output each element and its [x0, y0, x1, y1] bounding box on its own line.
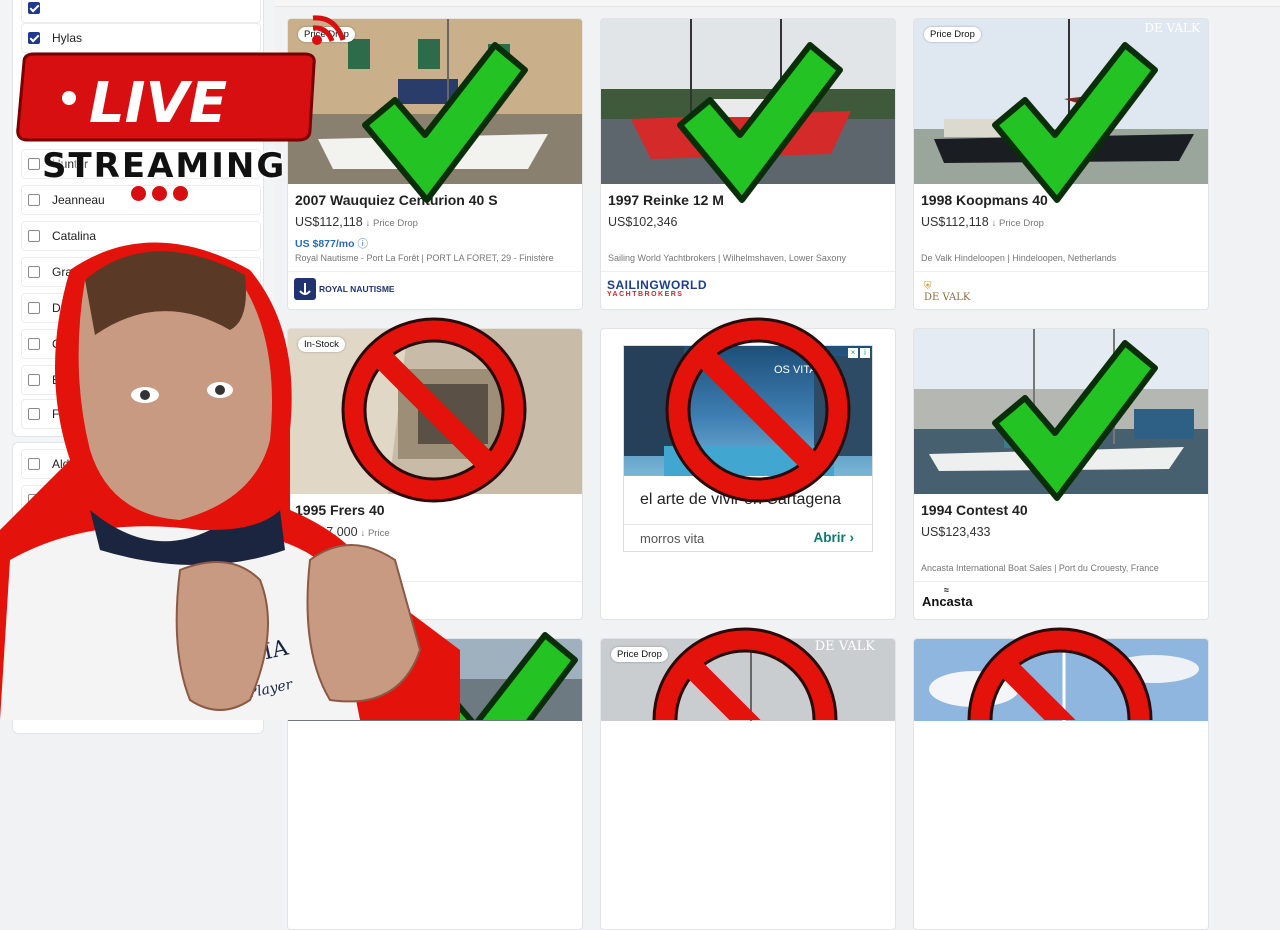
filter-option-grand[interactable]: Grand	[21, 257, 261, 287]
filter-option-fre[interactable]: Fre	[21, 399, 261, 429]
listing-photo[interactable]	[914, 329, 1208, 494]
listing-card[interactable]: Price Drop DE VALK	[600, 638, 896, 930]
seller-location: Royal Nautisme - Port La Forêt | PORT LA…	[295, 253, 554, 263]
ad-open-button[interactable]: Abrir ›	[813, 530, 854, 545]
advertisement[interactable]: OS VITA i × el arte de vivir en Cartagen…	[623, 345, 873, 552]
checkbox[interactable]	[28, 408, 40, 420]
divider	[601, 271, 895, 272]
in-stock-badge: In-Stock	[298, 337, 345, 352]
listing-title[interactable]: 1995 Frers 40	[295, 502, 385, 518]
listing-price: US$112,118 ↓ Price Drop	[921, 215, 1044, 229]
chevron-right-icon: ›	[849, 530, 855, 545]
streaming-label: STREAMING	[42, 146, 287, 186]
checkbox[interactable]	[28, 158, 40, 170]
listing-title[interactable]: 1994 Contest 40	[921, 502, 1028, 518]
seller-logo[interactable]: ≈ Ancasta	[922, 585, 973, 610]
listing-card[interactable]: 1997 Reinke 12 M US$102,346 Sailing Worl…	[600, 18, 896, 310]
ad-choices-icon[interactable]: i	[860, 348, 870, 358]
price-drop-badge: Price Drop	[298, 27, 355, 42]
listing-card[interactable]: Price Drop 2007 Wauquiez Centurion 40 S …	[287, 18, 583, 310]
monthly-payment[interactable]: US $877/mo ⓘ	[295, 236, 368, 251]
checkbox[interactable]	[28, 32, 40, 44]
listing-title[interactable]: 1998 Koopmans 40	[921, 192, 1048, 208]
anchor-icon	[294, 278, 316, 300]
checkbox[interactable]	[28, 2, 40, 14]
listing-card[interactable]: 1994 Contest 40 US$123,433 Ancasta Inter…	[913, 328, 1209, 620]
ad-footer: morros vita Abrir ›	[624, 524, 872, 552]
listing-photo[interactable]	[288, 639, 582, 804]
live-label: LIVE	[89, 71, 227, 136]
filter-option-du[interactable]: Du	[21, 293, 261, 323]
filter-option-ca[interactable]: Ca	[21, 329, 261, 359]
divider	[914, 581, 1208, 582]
close-icon[interactable]: ×	[848, 348, 858, 358]
listing-photo[interactable]: Price Drop	[288, 19, 582, 184]
listing-price: US$112,118 ↓ Price Drop	[295, 215, 418, 229]
price-drop-badge: Price Drop	[611, 647, 668, 662]
divider	[288, 271, 582, 272]
checkbox[interactable]	[28, 266, 40, 278]
listing-card[interactable]	[287, 638, 583, 930]
make-filter-group-2: Alden Alfa	[12, 442, 264, 734]
checkbox[interactable]	[28, 338, 40, 350]
watermark: DE VALK	[1144, 21, 1200, 35]
listing-price: US$102,346	[608, 215, 678, 229]
seller-location: Sailing World Yachtbrokers | Wilhelmshav…	[608, 253, 846, 263]
filter-option-alfa[interactable]: Alfa	[21, 485, 261, 515]
ad-headline[interactable]: el arte de vivir en Cartagena	[640, 491, 841, 509]
checkbox[interactable]	[28, 230, 40, 242]
ad-brand: morros vita	[640, 531, 705, 546]
checkbox[interactable]	[28, 494, 40, 506]
checkbox[interactable]	[28, 374, 40, 386]
checkbox[interactable]	[28, 458, 40, 470]
live-badge: LIVE	[16, 52, 316, 142]
filter-option-hylas[interactable]: Hylas	[21, 23, 261, 53]
listing-card[interactable]: Price Drop DE VALK 1998 Koopmans 40 US$1…	[913, 18, 1209, 310]
seller-location: Ancasta International Boat Sales | Port …	[921, 563, 1159, 573]
listing-photo[interactable]	[914, 639, 1208, 804]
listing-photo[interactable]: Price Drop DE VALK	[601, 639, 895, 804]
shield-icon: ⛨	[924, 281, 932, 292]
listing-price: US$_7,000 ↓ Price	[295, 525, 390, 539]
listing-card[interactable]	[913, 638, 1209, 930]
listing-price: US$123,433	[921, 525, 991, 539]
dots-icon	[131, 186, 188, 201]
seller-logo[interactable]: ⛨ DE VALK	[924, 281, 970, 303]
seller-location: De Valk Hindeloopen | Hindeloopen, Nethe…	[921, 253, 1117, 263]
listing-title[interactable]: 2007 Wauquiez Centurion 40 S	[295, 192, 498, 208]
filter-option-el[interactable]: El	[21, 365, 261, 395]
seller-logo[interactable]: SAILINGWORLD YACHTBROKERS	[607, 279, 707, 300]
listing-title[interactable]: 1997 Reinke 12 M	[608, 192, 724, 208]
watermark: DE VALK	[814, 639, 875, 654]
checkbox[interactable]	[28, 194, 40, 206]
filter-option-alden[interactable]: Alden	[21, 449, 261, 479]
info-icon[interactable]: ⓘ	[357, 238, 368, 250]
divider	[914, 271, 1208, 272]
filter-option-catalina[interactable]: Catalina	[21, 221, 261, 251]
wave-icon: ≈	[944, 585, 949, 595]
listing-photo[interactable]	[601, 19, 895, 184]
listing-photo[interactable]: In-Stock	[288, 329, 582, 494]
seller-logo[interactable]: ROYAL NAUTISME	[294, 278, 395, 300]
divider	[288, 581, 582, 582]
ad-image[interactable]: OS VITA i ×	[624, 346, 872, 476]
checkbox[interactable]	[28, 302, 40, 314]
price-drop-badge: Price Drop	[924, 27, 981, 42]
listing-card[interactable]: In-Stock 1995 Frers 40 US$_7,000 ↓ Price	[287, 328, 583, 620]
filter-option-0[interactable]	[21, 0, 261, 23]
listing-photo[interactable]: Price Drop DE VALK	[914, 19, 1208, 184]
